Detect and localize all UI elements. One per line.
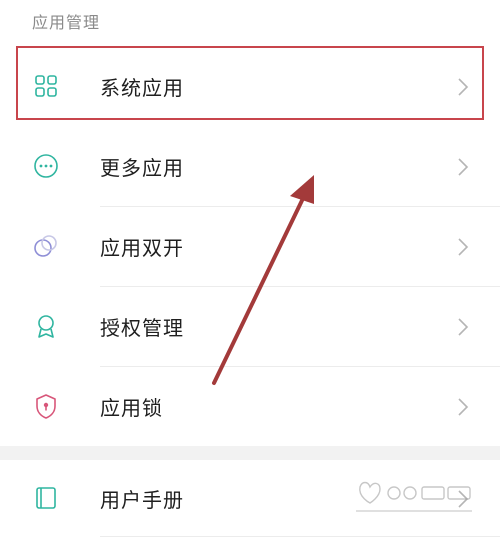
- list-item-permissions[interactable]: 授权管理: [0, 286, 500, 366]
- list-item-more-apps[interactable]: 更多应用: [0, 126, 500, 206]
- shield-lock-icon: [36, 394, 56, 419]
- list-item-label: 应用锁: [100, 396, 163, 420]
- chevron-right-icon: [458, 318, 469, 336]
- settings-screen: 应用管理 系统应用 更多应用 应用双开 授权管理 应用锁 用户手册: [0, 0, 500, 539]
- more-icon: [34, 154, 58, 178]
- chevron-right-icon: [458, 238, 469, 256]
- section-header: 应用管理: [32, 13, 101, 32]
- list-item-system-apps[interactable]: 系统应用: [0, 46, 500, 126]
- badge-icon: [38, 315, 54, 338]
- chevron-right-icon: [458, 158, 469, 176]
- list-item-label: 系统应用: [100, 76, 184, 100]
- list-item-label: 应用双开: [100, 236, 184, 260]
- chevron-right-icon: [458, 398, 469, 416]
- watermark-logo-icon: [356, 481, 472, 512]
- list-item-label: 用户手册: [100, 488, 184, 512]
- list-item-dual-apps[interactable]: 应用双开: [0, 206, 500, 286]
- grid-icon: [35, 75, 57, 97]
- chevron-right-icon: [458, 78, 469, 96]
- list-item-label: 授权管理: [100, 316, 184, 340]
- book-icon: [36, 487, 56, 509]
- list-item-label: 更多应用: [100, 156, 184, 180]
- divider: [100, 536, 500, 537]
- dual-circles-icon: [34, 235, 57, 257]
- list-item-app-lock[interactable]: 应用锁: [0, 366, 500, 446]
